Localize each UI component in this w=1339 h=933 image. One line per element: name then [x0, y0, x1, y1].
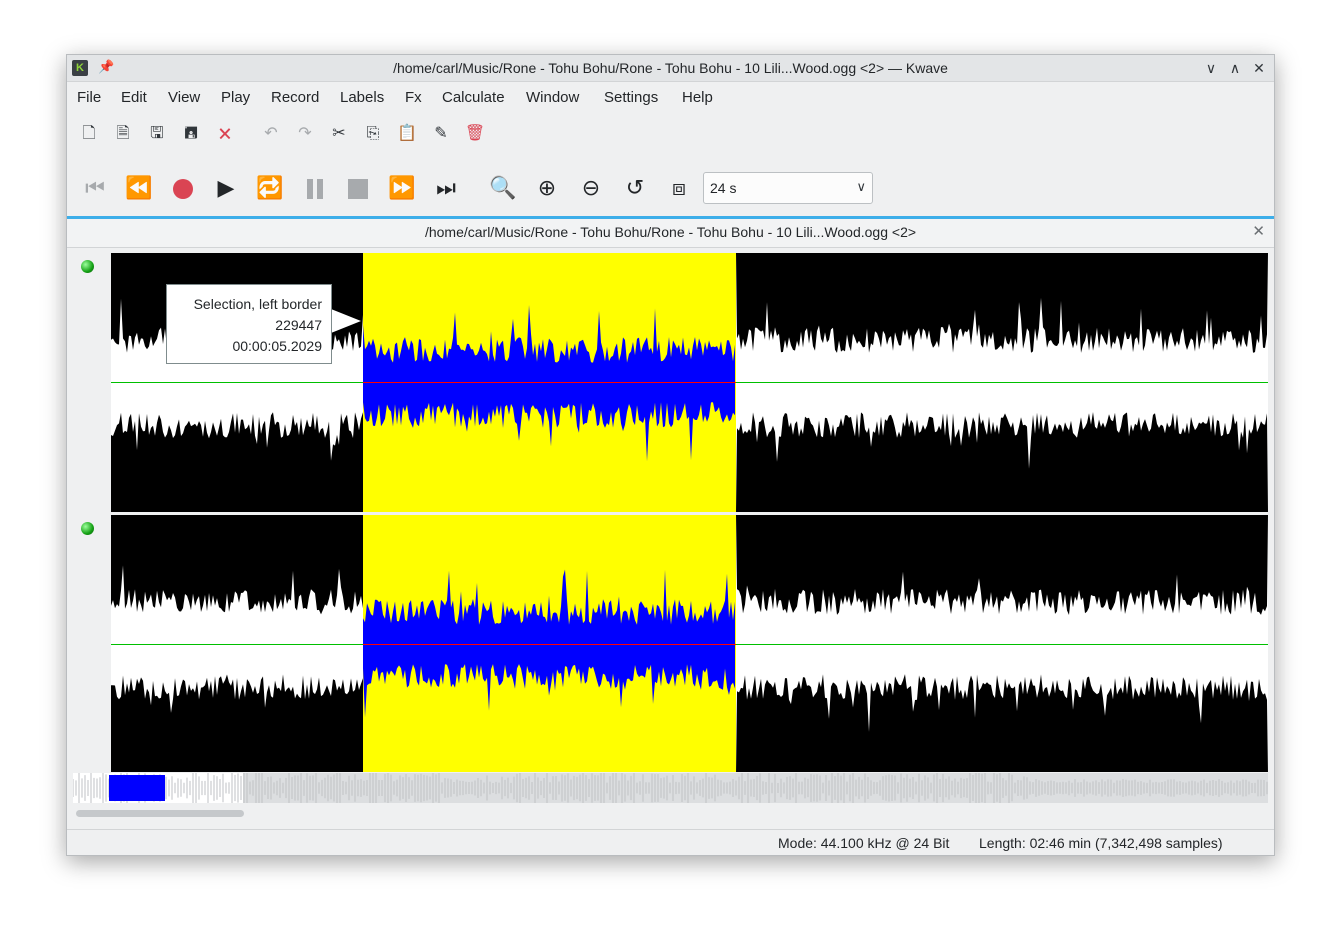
track-1-enable-led[interactable]	[81, 260, 94, 273]
fast-forward-icon[interactable]: ⏩	[385, 171, 419, 205]
skip-to-end-icon[interactable]: ⏭	[429, 171, 463, 205]
track-1-wave-top	[736, 253, 1268, 353]
minimize-icon[interactable]: ∨	[1201, 58, 1221, 78]
menu-settings[interactable]: Settings	[604, 89, 658, 106]
menu-bar: File Edit View Play Record Labels Fx Cal…	[67, 85, 1274, 111]
menu-calculate[interactable]: Calculate	[442, 89, 505, 106]
edit-toolbar: 🗋 🗎 🖫 🖪 🗙 ↶ ↷ ✂ ⎘ 📋 ✎ 🗑	[67, 123, 1274, 153]
menu-help[interactable]: Help	[682, 89, 713, 106]
kwave-window: K 📌 /home/carl/Music/Rone - Tohu Bohu/Ro…	[66, 54, 1275, 856]
play-icon[interactable]: ▶	[209, 171, 243, 205]
menu-edit[interactable]: Edit	[121, 89, 147, 106]
overview-waveform	[72, 771, 1268, 805]
overview-bar[interactable]	[72, 771, 1268, 805]
tooltip-sample: 229447	[275, 317, 322, 333]
menu-view[interactable]: View	[168, 89, 200, 106]
zoom-reset-icon[interactable]: ↺	[618, 171, 652, 205]
overview-selection	[109, 775, 165, 801]
zoom-in-icon[interactable]: ⊕	[530, 171, 564, 205]
loop-icon[interactable]: 🔁	[253, 171, 287, 205]
zoom-to-selection-icon[interactable]: 🔍	[486, 171, 520, 205]
title-bar: K 📌 /home/carl/Music/Rone - Tohu Bohu/Ro…	[67, 55, 1274, 82]
track-2-enable-led[interactable]	[81, 522, 94, 535]
status-mode: Mode: 44.100 kHz @ 24 Bit	[778, 835, 950, 851]
close-icon[interactable]: ✕	[1249, 58, 1269, 78]
skip-to-start-icon[interactable]: ⏮	[78, 171, 112, 205]
menu-fx[interactable]: Fx	[405, 89, 422, 106]
close-document-icon[interactable]: ✕	[1252, 222, 1265, 240]
close-file-icon[interactable]: 🗙	[214, 123, 236, 145]
copy-icon[interactable]: ⎘	[362, 123, 384, 145]
horizontal-scrollbar[interactable]	[73, 809, 1268, 819]
new-file-icon[interactable]: 🗋	[78, 123, 100, 145]
menu-record[interactable]: Record	[271, 89, 319, 106]
undo-icon[interactable]: ↶	[260, 123, 282, 145]
menu-play[interactable]: Play	[221, 89, 250, 106]
tooltip-label: Selection, left border	[193, 296, 322, 312]
document-tab[interactable]: /home/carl/Music/Rone - Tohu Bohu/Rone -…	[67, 219, 1274, 248]
status-length: Length: 02:46 min (7,342,498 samples)	[979, 835, 1223, 851]
rewind-icon[interactable]: ⏪	[122, 171, 156, 205]
pause-icon[interactable]	[305, 179, 325, 199]
zoom-all-icon[interactable]: ⧈	[662, 171, 696, 205]
zoom-value: 24 s	[710, 180, 737, 196]
paste-icon[interactable]: 📋	[396, 123, 418, 145]
zoom-out-icon[interactable]: ⊖	[574, 171, 608, 205]
stop-icon[interactable]	[348, 179, 368, 199]
track-2-wave-top	[736, 515, 1268, 615]
zoom-select[interactable]: 24 s ∨	[703, 172, 873, 204]
maximize-icon[interactable]: ∧	[1225, 58, 1245, 78]
record-icon[interactable]	[173, 179, 193, 199]
delete-icon[interactable]: 🗑	[464, 123, 486, 145]
status-bar: Mode: 44.100 kHz @ 24 Bit Length: 02:46 …	[67, 829, 1274, 855]
window-title: /home/carl/Music/Rone - Tohu Bohu/Rone -…	[393, 60, 948, 76]
menu-window[interactable]: Window	[526, 89, 579, 106]
selection-border-tooltip: Selection, left border 229447 00:00:05.2…	[166, 284, 332, 364]
open-file-icon[interactable]: 🗎	[112, 123, 134, 145]
tooltip-arrow	[331, 309, 361, 333]
redo-icon[interactable]: ↷	[294, 123, 316, 145]
erase-icon[interactable]: ✎	[430, 123, 452, 145]
document-title: /home/carl/Music/Rone - Tohu Bohu/Rone -…	[424, 224, 917, 240]
tooltip-time: 00:00:05.2029	[232, 338, 322, 354]
menu-labels[interactable]: Labels	[340, 89, 384, 106]
save-icon[interactable]: 🖫	[146, 123, 168, 145]
scrollbar-handle[interactable]	[76, 810, 244, 817]
save-as-icon[interactable]: 🖪	[180, 123, 202, 145]
menu-file[interactable]: File	[77, 89, 101, 106]
chevron-down-icon: ∨	[856, 179, 866, 194]
cut-icon[interactable]: ✂	[328, 123, 350, 145]
